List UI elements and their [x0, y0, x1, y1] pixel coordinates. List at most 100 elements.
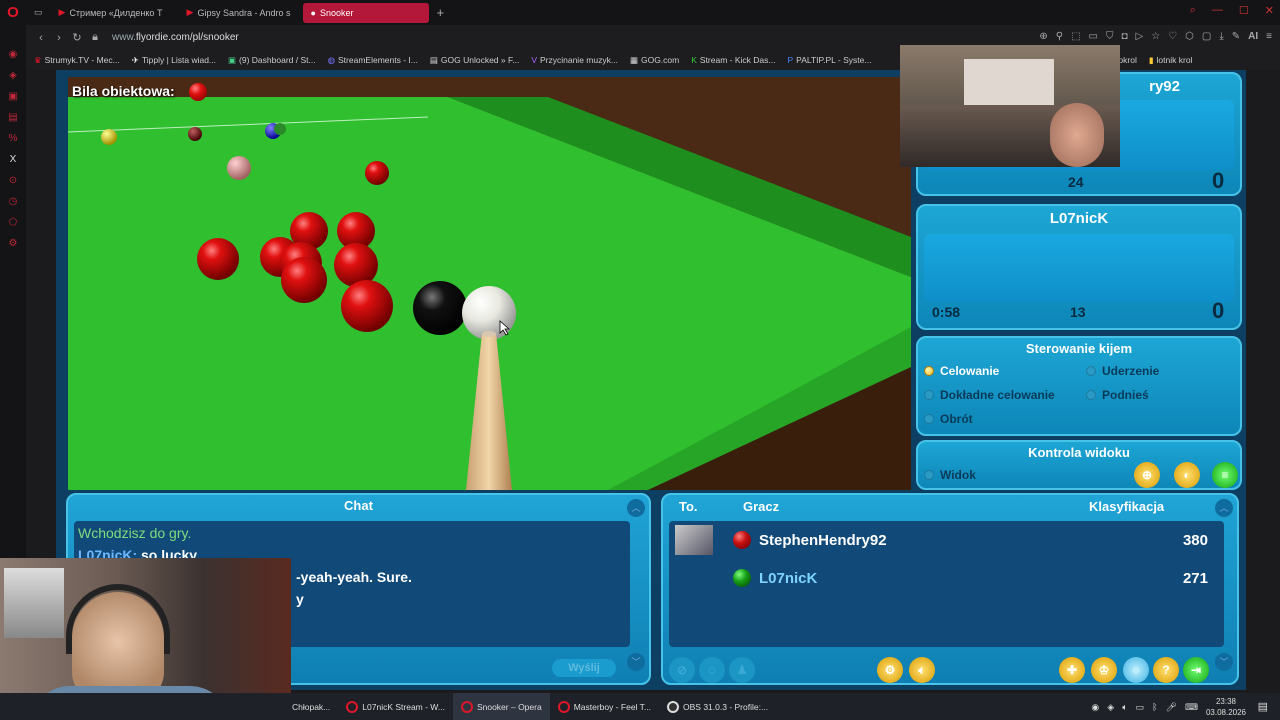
obs-icon: [667, 700, 680, 713]
bookmark-item[interactable]: K Stream - Kick Das...: [691, 55, 775, 65]
messenger-icon[interactable]: ◉: [9, 49, 18, 60]
player-rating: 271: [1182, 569, 1208, 587]
table-row[interactable]: StephenHendry92 380: [675, 522, 1220, 558]
pinboard-icon[interactable]: ⬠: [9, 217, 18, 228]
sidebar-app-icon[interactable]: ▣: [8, 91, 17, 102]
cast-icon[interactable]: ▭: [1089, 31, 1098, 42]
help-icon[interactable]: ?: [1153, 657, 1179, 683]
menu-icon[interactable]: ≡: [1266, 31, 1272, 42]
notifications-icon[interactable]: ▤: [1258, 700, 1268, 713]
col-player: Gracz: [743, 499, 780, 514]
sidebar-app-icon[interactable]: ◈: [9, 70, 17, 81]
player-icon[interactable]: ⊙: [9, 175, 17, 186]
back-icon[interactable]: ‹: [32, 32, 50, 44]
tab-snooker[interactable]: ● Snooker: [302, 2, 429, 23]
option-aiming[interactable]: Celowanie: [924, 364, 999, 378]
bookmark-icon[interactable]: ☆: [1151, 31, 1160, 42]
search-tabs-icon[interactable]: ⌕: [1190, 4, 1196, 17]
reset-view-button[interactable]: ≡: [1212, 462, 1238, 488]
adblock-icon[interactable]: ⛉: [1106, 31, 1114, 42]
option-strike[interactable]: Uderzenie: [1086, 364, 1159, 378]
players-scroll-down-icon[interactable]: ﹀: [1215, 653, 1233, 671]
option-raise[interactable]: Podnieś: [1086, 388, 1149, 402]
tray-icon[interactable]: ◉: [1091, 702, 1099, 713]
percent-icon[interactable]: %: [9, 133, 18, 144]
settings-icon[interactable]: ⚙: [9, 238, 18, 249]
bookmark-item[interactable]: ▦ GOG.com: [630, 55, 679, 66]
clock[interactable]: 23:38 03.08.2026: [1206, 696, 1246, 718]
snapshot-icon[interactable]: ⬚: [1071, 31, 1080, 42]
taskbar-item[interactable]: Chłopak...: [284, 693, 338, 720]
reload-icon[interactable]: ↻: [68, 31, 86, 44]
sound-icon[interactable]: 🔈︎: [909, 657, 935, 683]
chat-send-button[interactable]: Wyślij: [552, 659, 616, 677]
tab-workspaces-icon[interactable]: ▭: [26, 3, 51, 23]
radio-off-icon: [924, 414, 934, 424]
x-icon[interactable]: X: [10, 154, 17, 165]
radio-off-icon: [924, 470, 934, 480]
pen-icon[interactable]: ✎: [1232, 31, 1240, 42]
disabled-button-icon[interactable]: ☺: [699, 657, 725, 683]
bookmark-item[interactable]: ▤ GOG Unlocked » F...: [430, 55, 519, 66]
col-to: To.: [679, 499, 698, 514]
play-icon[interactable]: ▷: [1136, 31, 1144, 42]
settings-gear-icon[interactable]: ⚙: [877, 657, 903, 683]
language-icon[interactable]: ⌨: [1185, 702, 1198, 713]
taskbar-item-snooker[interactable]: Snooker – Opera: [452, 693, 550, 720]
wallet-icon[interactable]: ▢: [1202, 31, 1211, 42]
zoom-icon[interactable]: ⊕: [1039, 31, 1047, 42]
maximize-icon[interactable]: ☐: [1239, 4, 1249, 17]
history-icon[interactable]: ◷: [9, 196, 18, 207]
speaker-icon[interactable]: 🔈︎: [1122, 702, 1127, 713]
chat-collapse-icon[interactable]: ︿: [627, 499, 645, 517]
option-rotate[interactable]: Obrót: [924, 412, 973, 426]
rotate-view-button[interactable]: ◐: [1174, 462, 1200, 488]
taskbar-item[interactable]: Masterboy - Feel T...: [550, 693, 659, 720]
microphone-icon[interactable]: 🎤︎: [1166, 702, 1177, 713]
table-row[interactable]: L07nicK 271: [675, 560, 1220, 596]
sidebar-app-icon[interactable]: ▤: [8, 112, 17, 123]
new-tab-button[interactable]: +: [429, 5, 453, 20]
close-icon[interactable]: ✕: [1265, 4, 1274, 17]
players-collapse-icon[interactable]: ︿: [1215, 499, 1233, 517]
player-name: L07nicK: [759, 569, 818, 587]
bookmark-item[interactable]: ✈ Tipply | Lista wiad...: [132, 55, 216, 66]
bookmark-item[interactable]: ▮ lotnik krol: [1149, 55, 1193, 66]
bluetooth-icon[interactable]: ᛒ: [1152, 702, 1157, 712]
chat-scroll-down-icon[interactable]: ﹀: [627, 653, 645, 671]
chat-bubbles-icon[interactable]: ◌: [1123, 657, 1149, 683]
view-control-title: Kontrola widoku: [1028, 445, 1130, 460]
trophy-icon[interactable]: ♔: [1091, 657, 1117, 683]
bookmark-item[interactable]: P PALTIP.PL - Syste...: [787, 55, 871, 65]
zoom-view-button[interactable]: ⊕: [1134, 462, 1160, 488]
bookmark-item[interactable]: ◍ StreamElements - I...: [328, 55, 418, 66]
url-field[interactable]: www.flyordie.com/pl/snooker: [112, 32, 239, 43]
disabled-button-icon[interactable]: ⊘: [669, 657, 695, 683]
download-icon[interactable]: ⤓: [1219, 31, 1223, 42]
snooker-table-view[interactable]: Bila obiektowa:: [68, 77, 911, 490]
bookmark-item[interactable]: ▣ (9) Dashboard / St...: [228, 55, 316, 66]
bookmark-item[interactable]: ♛ Strumyk.TV - Mec...: [34, 55, 120, 66]
opera-logo-icon[interactable]: O: [0, 4, 26, 21]
aria-ai-button[interactable]: AI: [1248, 31, 1258, 42]
extensions-icon[interactable]: ⬡: [1185, 31, 1194, 42]
exit-icon[interactable]: ⇥: [1183, 657, 1209, 683]
tray-icon[interactable]: ◈: [1107, 702, 1114, 713]
forward-icon[interactable]: ›: [50, 32, 68, 44]
taskbar-item[interactable]: OBS 31.0.3 - Profile:...: [659, 693, 776, 720]
tab-gipsy[interactable]: ▶ Gipsy Sandra - Andro s: [179, 3, 303, 23]
taskbar-item[interactable]: L07nicK Stream - W...: [338, 693, 453, 720]
disabled-button-icon[interactable]: ♟: [729, 657, 755, 683]
tab-streamer[interactable]: ▶ Стример «Дилденко Т: [51, 3, 179, 23]
pin-icon[interactable]: ⚲: [1056, 31, 1063, 42]
option-precise-aiming[interactable]: Dokładne celowanie: [924, 388, 1055, 402]
bookmark-item[interactable]: V Przycinanie muzyk...: [531, 55, 618, 65]
heart-icon[interactable]: ♡: [1168, 31, 1177, 42]
network-icon[interactable]: ▭: [1136, 702, 1145, 713]
camera-icon[interactable]: ◘: [1121, 31, 1127, 42]
minimize-icon[interactable]: —: [1212, 4, 1223, 17]
os-taskbar: Chłopak... L07nicK Stream - W... Snooker…: [0, 693, 1280, 720]
add-game-icon[interactable]: ✚: [1059, 657, 1085, 683]
player2-panel: L07nicK 0:58 13 0: [916, 204, 1242, 330]
option-view[interactable]: Widok: [924, 468, 976, 482]
